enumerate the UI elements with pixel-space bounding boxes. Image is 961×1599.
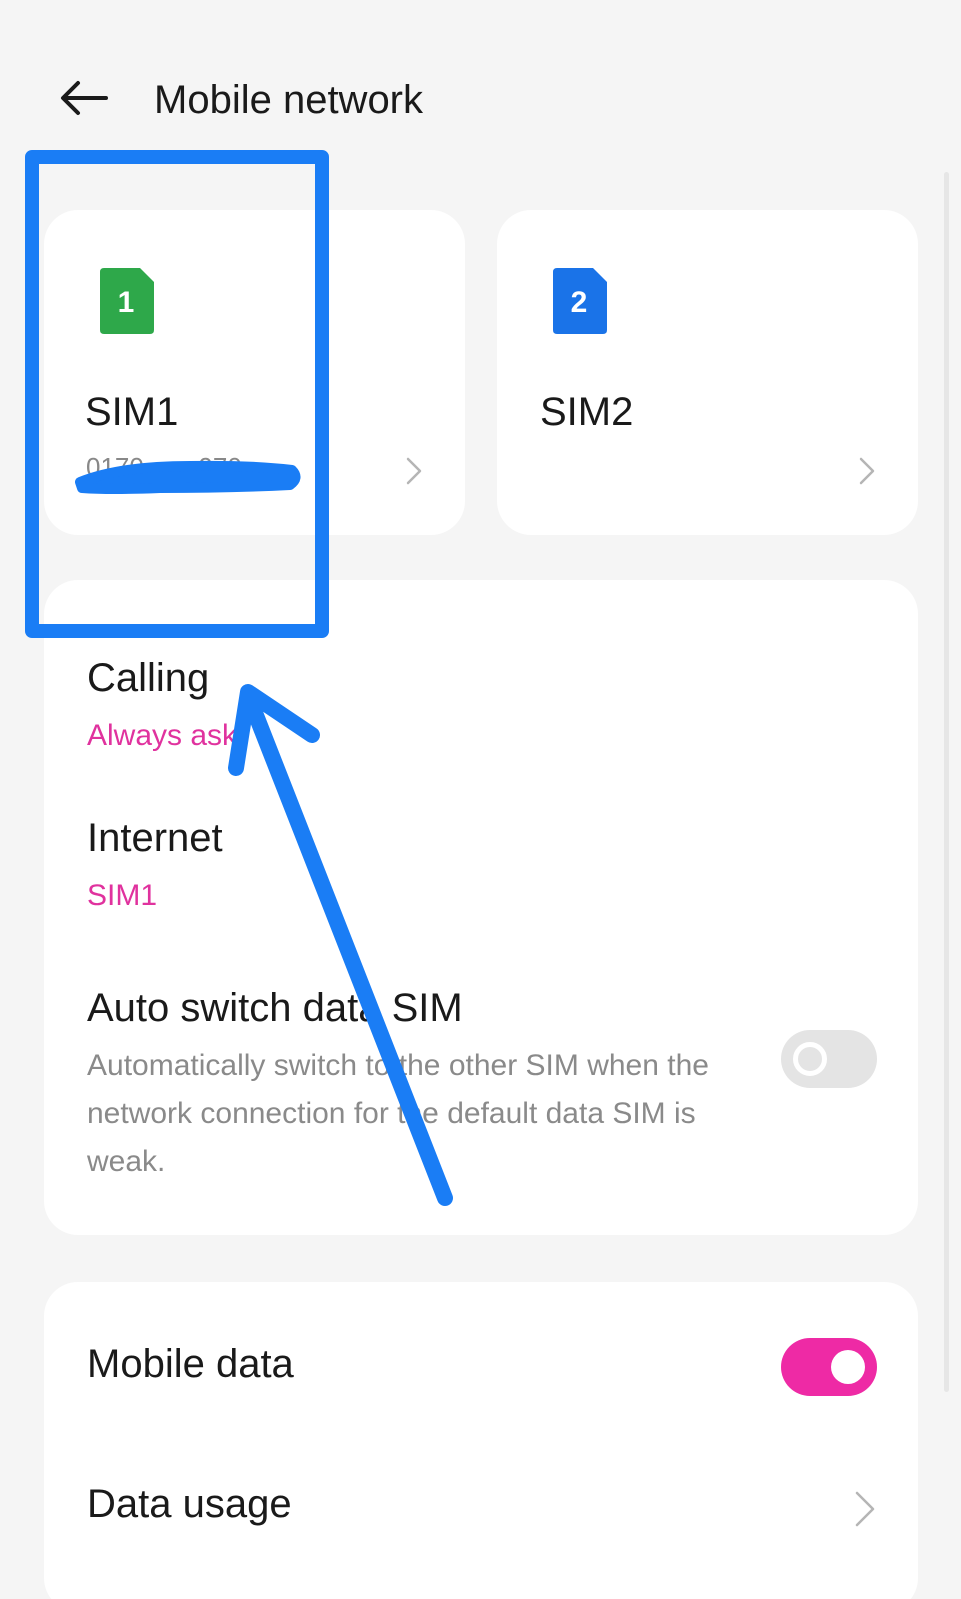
auto-switch-title: Auto switch data SIM bbox=[87, 986, 463, 1030]
sim2-card[interactable]: 2 SIM2 bbox=[497, 210, 918, 535]
calling-row[interactable]: Calling Always ask bbox=[44, 634, 918, 754]
calling-title: Calling bbox=[87, 656, 210, 700]
chevron-right-icon bbox=[406, 457, 422, 485]
auto-switch-row: Auto switch data SIM Automatically switc… bbox=[44, 970, 918, 1190]
data-usage-title: Data usage bbox=[87, 1482, 292, 1526]
page-title: Mobile network bbox=[154, 78, 424, 122]
data-card: Mobile data Data usage bbox=[44, 1282, 918, 1599]
chevron-right-icon bbox=[859, 457, 875, 485]
back-button[interactable] bbox=[52, 74, 116, 122]
sim1-badge: 1 bbox=[118, 286, 135, 319]
mobile-data-toggle[interactable] bbox=[781, 1338, 877, 1396]
arrow-left-icon bbox=[61, 81, 108, 115]
internet-title: Internet bbox=[87, 816, 223, 860]
toggle-knob bbox=[793, 1042, 827, 1076]
internet-value: SIM1 bbox=[87, 879, 158, 912]
sim1-card[interactable]: 1 SIM1 0170••••••970 bbox=[44, 210, 465, 535]
chevron-right-icon bbox=[855, 1491, 875, 1527]
sim-card-icon: 2 bbox=[553, 268, 607, 334]
sim-preferences-card: Calling Always ask Internet SIM1 Auto sw… bbox=[44, 580, 918, 1235]
mobile-data-title: Mobile data bbox=[87, 1342, 294, 1386]
toggle-knob bbox=[831, 1350, 865, 1384]
sim2-badge: 2 bbox=[571, 286, 588, 319]
data-usage-row[interactable]: Data usage bbox=[44, 1438, 918, 1594]
sim1-name: SIM1 bbox=[85, 390, 179, 434]
top-app-bar: Mobile network bbox=[0, 60, 961, 140]
auto-switch-description: Automatically switch to the other SIM wh… bbox=[87, 1049, 709, 1178]
sim1-number: 0170••••••970 bbox=[86, 452, 242, 482]
mobile-data-row: Mobile data bbox=[44, 1282, 918, 1438]
calling-value: Always ask bbox=[87, 719, 238, 752]
sim2-name: SIM2 bbox=[540, 390, 634, 434]
internet-row[interactable]: Internet SIM1 bbox=[44, 790, 918, 912]
auto-switch-toggle[interactable] bbox=[781, 1030, 877, 1088]
mobile-network-screen: Mobile network 1 SIM1 0170••••••970 2 SI… bbox=[0, 0, 961, 1599]
sim-card-icon: 1 bbox=[100, 268, 154, 334]
scrollbar[interactable] bbox=[944, 172, 949, 1392]
